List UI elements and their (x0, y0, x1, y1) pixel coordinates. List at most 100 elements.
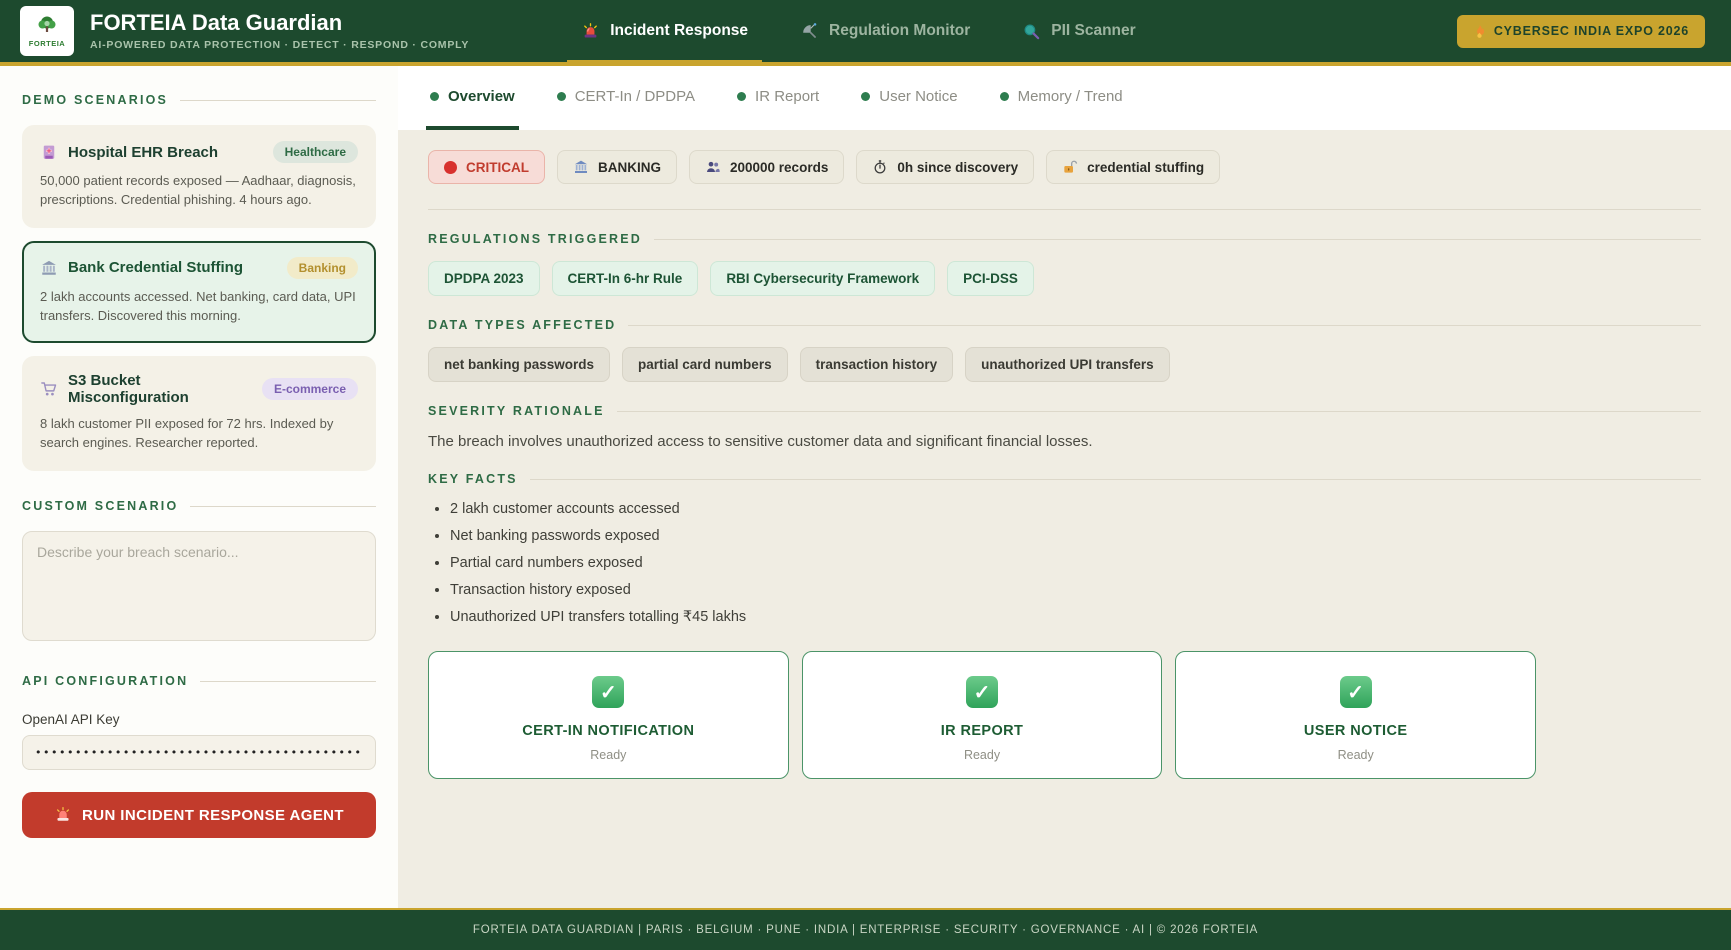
stopwatch-icon (872, 159, 888, 175)
nav-label: Incident Response (610, 22, 748, 40)
tab-label: IR Report (755, 88, 819, 105)
cart-icon (40, 380, 58, 398)
check-icon: ✓ (966, 676, 998, 708)
scenario-title: S3 Bucket Misconfiguration (68, 372, 252, 406)
scenario-title: Bank Credential Stuffing (68, 259, 243, 276)
red-dot-icon (444, 161, 457, 174)
tab-overview[interactable]: Overview (426, 66, 519, 130)
nav-incident-response[interactable]: Incident Response (581, 0, 748, 62)
badge-label: BANKING (598, 160, 661, 175)
key-fact-item: Partial card numbers exposed (450, 555, 1701, 571)
check-icon: ✓ (592, 676, 624, 708)
tab-label: CERT-In / DPDPA (575, 88, 695, 105)
deliverable-status: Ready (1186, 748, 1525, 762)
api-key-label: OpenAI API Key (22, 712, 376, 727)
custom-scenario-input[interactable] (22, 531, 376, 641)
unlock-icon (1062, 159, 1078, 175)
scenario-card-hospital[interactable]: Hospital EHR Breach Healthcare 50,000 pa… (22, 125, 376, 228)
deliverable-title: USER NOTICE (1186, 723, 1525, 739)
api-key-input[interactable] (22, 735, 376, 770)
scenario-card-head: S3 Bucket Misconfiguration E-commerce (40, 372, 358, 406)
siren-icon (54, 806, 72, 824)
footer-text: FORTEIA DATA GUARDIAN | PARIS · BELGIUM … (473, 924, 1258, 936)
page-body: DEMO SCENARIOS Hospital EHR Breach Healt… (0, 66, 1731, 908)
logo-wordmark: FORTEIA (29, 39, 65, 48)
app-footer: FORTEIA DATA GUARDIAN | PARIS · BELGIUM … (0, 908, 1731, 950)
tab-cert-in-dpdpa[interactable]: CERT-In / DPDPA (553, 66, 699, 130)
regulation-chip: PCI-DSS (947, 261, 1034, 296)
sector-badge: BANKING (557, 150, 677, 184)
scenario-tag: Banking (287, 257, 358, 279)
data-type-chip: partial card numbers (622, 347, 788, 382)
tab-dot-icon (557, 92, 566, 101)
run-button-label: RUN INCIDENT RESPONSE AGENT (82, 807, 344, 824)
key-fact-item: Unauthorized UPI transfers totalling ₹45… (450, 609, 1701, 625)
magnifier-icon (1022, 22, 1041, 41)
deliverable-status: Ready (439, 748, 778, 762)
nav-label: PII Scanner (1051, 22, 1135, 40)
scenario-tag: Healthcare (273, 141, 358, 163)
data-types-heading: DATA TYPES AFFECTED (428, 318, 1701, 332)
tab-dot-icon (1000, 92, 1009, 101)
severity-rationale-text: The breach involves unauthorized access … (428, 433, 1701, 450)
satellite-icon (800, 22, 819, 41)
bank-icon (40, 259, 58, 277)
forteia-logo: FORTEIA (20, 6, 74, 56)
badge-label: 200000 records (730, 160, 828, 175)
discovery-time-badge: 0h since discovery (856, 150, 1034, 184)
app-subtitle: AI-POWERED DATA PROTECTION · DETECT · RE… (90, 39, 469, 51)
tab-dot-icon (861, 92, 870, 101)
tab-dot-icon (737, 92, 746, 101)
tab-ir-report[interactable]: IR Report (733, 66, 823, 130)
severity-rationale-heading: SEVERITY RATIONALE (428, 404, 1701, 418)
bank-icon (573, 159, 589, 175)
scenario-card-s3[interactable]: S3 Bucket Misconfiguration E-commerce 8 … (22, 356, 376, 471)
deliverables-grid: ✓ CERT-IN NOTIFICATION Ready ✓ IR REPORT… (428, 651, 1536, 779)
tab-user-notice[interactable]: User Notice (857, 66, 961, 130)
app-title: FORTEIA Data Guardian (90, 11, 469, 35)
hospital-icon (40, 143, 58, 161)
regulations-chip-row: DPDPA 2023 CERT-In 6-hr Rule RBI Cyberse… (428, 261, 1701, 296)
key-fact-item: Transaction history exposed (450, 582, 1701, 598)
badge-label: 0h since discovery (897, 160, 1018, 175)
run-incident-response-button[interactable]: RUN INCIDENT RESPONSE AGENT (22, 792, 376, 838)
flame-icon (1473, 24, 1486, 39)
scenario-description: 2 lakh accounts accessed. Net banking, c… (40, 288, 358, 326)
scenario-card-head: Hospital EHR Breach Healthcare (40, 141, 358, 163)
severity-badge: CRITICAL (428, 150, 545, 184)
title-block: FORTEIA Data Guardian AI-POWERED DATA PR… (90, 11, 469, 51)
main-nav: Incident Response Regulation Monitor (581, 0, 1135, 62)
key-facts-heading: KEY FACTS (428, 472, 1701, 486)
deliverable-cert-in-notification: ✓ CERT-IN NOTIFICATION Ready (428, 651, 789, 779)
people-icon (705, 159, 721, 175)
expo-badge[interactable]: CYBERSEC INDIA EXPO 2026 (1457, 15, 1705, 48)
sidebar: DEMO SCENARIOS Hospital EHR Breach Healt… (0, 66, 398, 908)
scenario-tag: E-commerce (262, 378, 358, 400)
tab-dot-icon (430, 92, 439, 101)
key-fact-item: Net banking passwords exposed (450, 528, 1701, 544)
scenario-card-bank[interactable]: Bank Credential Stuffing Banking 2 lakh … (22, 241, 376, 344)
records-badge: 200000 records (689, 150, 844, 184)
deliverable-title: CERT-IN NOTIFICATION (439, 723, 778, 739)
nav-regulation-monitor[interactable]: Regulation Monitor (800, 0, 970, 62)
data-types-chip-row: net banking passwords partial card numbe… (428, 347, 1701, 382)
regulations-heading: REGULATIONS TRIGGERED (428, 232, 1701, 246)
scenario-description: 8 lakh customer PII exposed for 72 hrs. … (40, 415, 358, 453)
regulation-chip: RBI Cybersecurity Framework (710, 261, 935, 296)
main-panel: Overview CERT-In / DPDPA IR Report User … (398, 66, 1731, 908)
tab-memory-trend[interactable]: Memory / Trend (996, 66, 1127, 130)
check-icon: ✓ (1340, 676, 1372, 708)
nav-pii-scanner[interactable]: PII Scanner (1022, 0, 1135, 62)
custom-scenario-heading: CUSTOM SCENARIO (22, 499, 376, 513)
attack-type-badge: credential stuffing (1046, 150, 1220, 184)
regulation-chip: DPDPA 2023 (428, 261, 540, 296)
demo-scenarios-heading: DEMO SCENARIOS (22, 93, 376, 107)
tab-label: User Notice (879, 88, 957, 105)
key-facts-list: 2 lakh customer accounts accessed Net ba… (428, 501, 1701, 625)
badge-label: CRITICAL (466, 160, 529, 175)
expo-badge-label: CYBERSEC INDIA EXPO 2026 (1494, 24, 1689, 38)
scenario-card-head: Bank Credential Stuffing Banking (40, 257, 358, 279)
tab-label: Overview (448, 88, 515, 105)
overview-content: CRITICAL BANKING (398, 130, 1731, 908)
deliverable-status: Ready (813, 748, 1152, 762)
